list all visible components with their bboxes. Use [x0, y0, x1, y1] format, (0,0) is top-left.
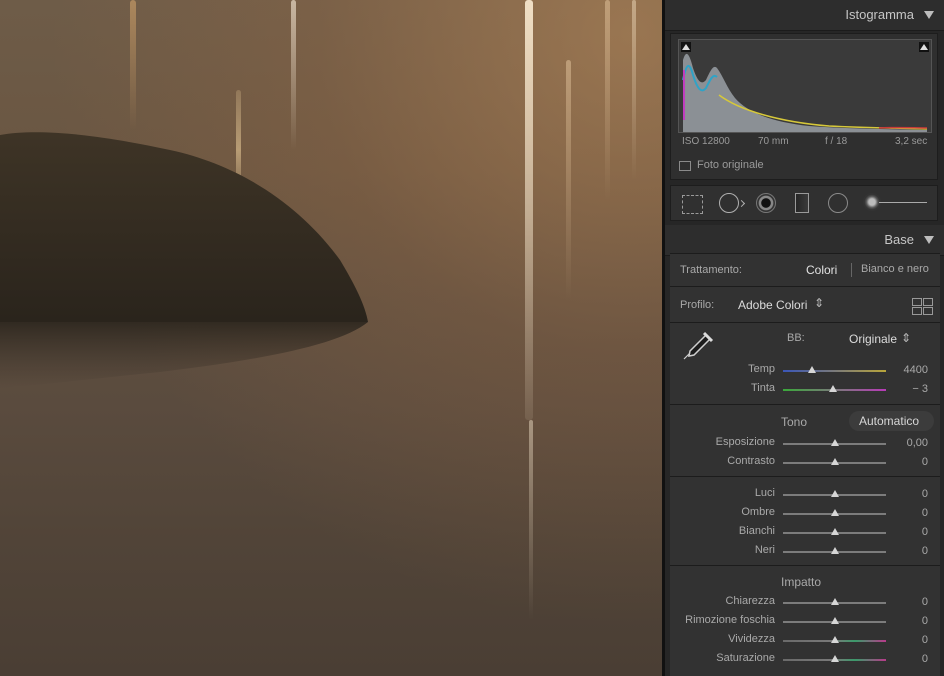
- slider-label: Vividezza: [728, 633, 775, 645]
- slider-thumb[interactable]: [830, 636, 839, 643]
- slider-label: Ombre: [741, 506, 775, 518]
- collapse-triangle-icon[interactable]: [924, 236, 934, 244]
- slider-label: Rimozione foschia: [685, 614, 775, 626]
- histogram-title: Istogramma: [845, 7, 914, 22]
- light-section: Luci 0 Ombre 0 Bianchi 0 Neri 0: [670, 476, 940, 565]
- spot-removal-arrow-icon: [737, 199, 746, 208]
- rock-silhouette: [0, 132, 368, 388]
- slider-thumb[interactable]: [830, 617, 839, 624]
- slider-value[interactable]: 0: [888, 653, 928, 665]
- temp-value[interactable]: 4400: [888, 364, 928, 376]
- treatment-label: Trattamento:: [680, 264, 742, 276]
- auto-tone-label: Automatico: [859, 414, 920, 428]
- profile-dropdown[interactable]: Adobe Colori: [738, 298, 807, 312]
- profile-row: Profilo: Adobe Colori ⇕: [670, 286, 940, 322]
- original-photo-checkbox[interactable]: [679, 161, 691, 171]
- tint-label: Tinta: [750, 382, 775, 394]
- highlight-clipping-toggle[interactable]: [919, 42, 929, 52]
- shadow-clipping-toggle[interactable]: [681, 42, 691, 52]
- auto-tone-button[interactable]: Automatico: [849, 411, 934, 431]
- develop-right-panel: Istogramma ISO 12800 70 mm f / 18 3,2 se…: [662, 0, 944, 676]
- profile-label: Profilo:: [680, 299, 715, 311]
- base-header[interactable]: Base: [665, 225, 944, 256]
- photo-canvas[interactable]: [0, 0, 662, 676]
- profile-dropdown-arrows-icon[interactable]: ⇕: [814, 296, 824, 310]
- tool-strip: [670, 185, 938, 221]
- graduated-filter-icon[interactable]: [795, 193, 809, 213]
- radial-filter-icon[interactable]: [828, 193, 848, 213]
- slider-thumb[interactable]: [830, 458, 839, 465]
- slider-label: Bianchi: [738, 525, 775, 537]
- slider-label: Neri: [754, 544, 775, 556]
- focal-length-readout: 70 mm: [758, 136, 789, 147]
- slider-label: Esposizione: [715, 436, 775, 448]
- histogram-panel: ISO 12800 70 mm f / 18 3,2 sec Foto orig…: [670, 33, 938, 180]
- treatment-row: Trattamento: Colori Bianco e nero: [670, 253, 940, 286]
- brush-size-slider[interactable]: [879, 202, 927, 203]
- redeye-icon[interactable]: [756, 193, 776, 213]
- treatment-bw-option[interactable]: Bianco e nero: [861, 263, 929, 275]
- slider-label: Luci: [754, 487, 775, 499]
- presence-label: Impatto: [781, 575, 822, 589]
- tint-value[interactable]: − 3: [888, 383, 928, 395]
- base-title: Base: [884, 232, 914, 247]
- slider-value[interactable]: 0: [888, 615, 928, 627]
- slider-thumb[interactable]: [830, 490, 839, 497]
- slider-thumb[interactable]: [830, 598, 839, 605]
- slider-value[interactable]: 0: [888, 456, 928, 468]
- slider-value[interactable]: 0: [888, 545, 928, 557]
- slider-thumb[interactable]: [830, 547, 839, 554]
- temp-slider-thumb[interactable]: [807, 366, 816, 373]
- slider-value[interactable]: 0: [888, 634, 928, 646]
- slider-value[interactable]: 0,00: [888, 437, 928, 449]
- slider-value[interactable]: 0: [888, 507, 928, 519]
- spot-removal-icon[interactable]: [719, 193, 739, 213]
- wb-label: BB:: [787, 332, 805, 344]
- tint-slider-thumb[interactable]: [829, 385, 838, 392]
- slider-thumb[interactable]: [830, 655, 839, 662]
- slider-value[interactable]: 0: [888, 596, 928, 608]
- eyedropper-icon[interactable]: [680, 329, 714, 363]
- profile-browser-icon-part: [912, 307, 922, 315]
- presence-section: Impatto Chiarezza 0 Rimozione foschia 0 Vivi…: [670, 565, 940, 676]
- histogram-graph[interactable]: ISO 12800 70 mm f / 18 3,2 sec: [678, 39, 932, 147]
- treatment-divider: [851, 263, 852, 277]
- slider-value[interactable]: 0: [888, 488, 928, 500]
- tone-section: Tono Automatico Esposizione 0,00 Contrasto…: [670, 404, 940, 476]
- collapse-triangle-icon[interactable]: [924, 11, 934, 19]
- treatment-color-option[interactable]: Colori: [806, 263, 837, 277]
- tone-label: Tono: [781, 415, 808, 429]
- wb-dropdown-arrows-icon[interactable]: ⇕: [901, 331, 911, 345]
- wb-dropdown[interactable]: Originale: [849, 332, 897, 346]
- original-photo-label: Foto originale: [697, 159, 764, 171]
- slider-thumb[interactable]: [830, 439, 839, 446]
- profile-browser-icon-part: [923, 307, 933, 315]
- slider-thumb[interactable]: [830, 528, 839, 535]
- aperture-readout: f / 18: [825, 136, 848, 147]
- histogram-header[interactable]: Istogramma: [665, 0, 944, 31]
- crop-icon[interactable]: [682, 195, 703, 214]
- temp-slider[interactable]: [783, 370, 886, 372]
- profile-browser-icon-part: [923, 298, 933, 306]
- iso-readout: ISO 12800: [682, 136, 730, 147]
- slider-label: Saturazione: [716, 652, 775, 664]
- slider-value[interactable]: 0: [888, 526, 928, 538]
- white-balance-section: BB: Originale ⇕ Temp 4400 Tinta − 3: [670, 322, 940, 404]
- shutter-readout: 3,2 sec: [895, 136, 928, 147]
- histogram-curve: [682, 53, 928, 132]
- slider-thumb[interactable]: [830, 509, 839, 516]
- temp-label: Temp: [748, 363, 775, 375]
- slider-label: Chiarezza: [725, 595, 775, 607]
- slider-label: Contrasto: [727, 455, 775, 467]
- profile-browser-icon[interactable]: [912, 298, 922, 306]
